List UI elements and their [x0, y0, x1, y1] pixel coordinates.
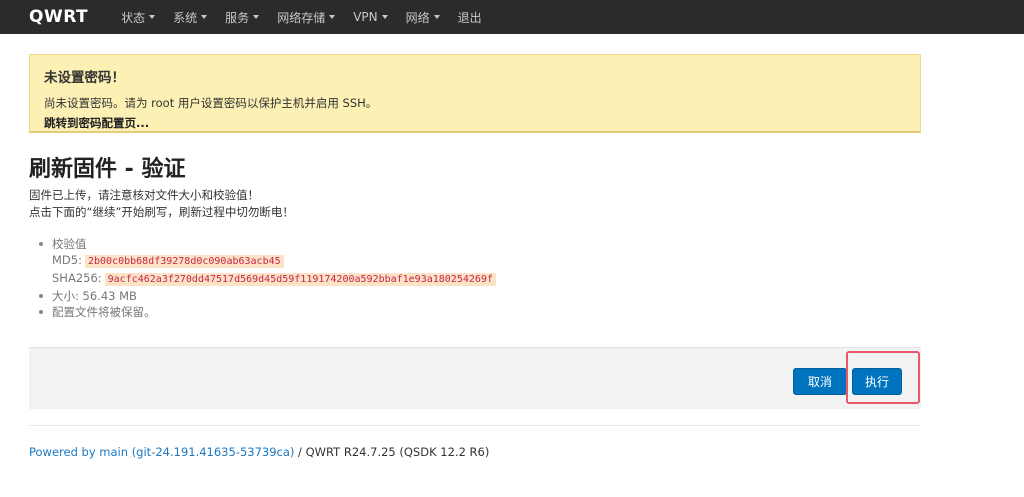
nav-logout-label: 退出 — [457, 10, 482, 25]
nav-menu-network[interactable]: 网络 — [397, 0, 449, 34]
execute-button[interactable]: 执行 — [852, 368, 902, 395]
page-description-line2: 点击下面的“继续”开始刷写，刷新过程中切勿断电！ — [29, 205, 294, 219]
chevron-down-icon — [381, 15, 388, 19]
md5-value: 2b00c0bb68df39278d0c090ab63acb45 — [84, 255, 284, 268]
action-bar: 取消 执行 — [29, 347, 921, 409]
nav-menu-vpn[interactable]: VPN — [344, 0, 396, 34]
nav-menu-services-label: 服务 — [225, 10, 250, 25]
nav-menu-services[interactable]: 服务 — [216, 0, 268, 34]
nav-menu-nas-label: 网络存储 — [277, 10, 326, 25]
md5-label: MD5: — [52, 253, 82, 267]
powered-by-link[interactable]: Powered by main (git-24.191.41635-53739c… — [29, 445, 294, 459]
chevron-down-icon — [329, 15, 336, 19]
nav-menu-status-label: 状态 — [121, 10, 146, 25]
md5-row: MD5: 2b00c0bb68df39278d0c090ab63acb45 — [38, 252, 496, 270]
nav-menu-system[interactable]: 系统 — [164, 0, 216, 34]
alert-title: 未设置密码！ — [44, 70, 125, 86]
sha256-row: SHA256: 9acfc462a3f270dd47517d569d45d59f1… — [38, 270, 496, 288]
firmware-info-list: 校验值 MD5: 2b00c0bb68df39278d0c090ab63acb45… — [38, 236, 496, 320]
page-title: 刷新固件 - 验证 — [29, 157, 186, 182]
page-description-line1: 固件已上传，请注意核对文件大小和校验值！ — [29, 188, 259, 202]
size-text: 大小: 56.43 MB — [52, 289, 137, 303]
version-text: / QWRT R24.7.25 (QSDK 12.2 R6) — [294, 445, 490, 459]
nav-menu-system-label: 系统 — [173, 10, 198, 25]
password-config-link[interactable]: 跳转到密码配置页... — [44, 115, 906, 131]
brand-logo[interactable]: QWRT — [29, 7, 88, 27]
password-warning-alert: 未设置密码！ 尚未设置密码。请为 root 用户设置密码以保护主机并启用 SSH… — [29, 54, 921, 133]
nav-menu-network-label: 网络 — [405, 10, 430, 25]
config-keep-item: 配置文件将被保留。 — [38, 304, 496, 320]
chevron-down-icon — [433, 15, 440, 19]
nav-logout[interactable]: 退出 — [449, 0, 491, 34]
checksum-label: 校验值 — [52, 237, 87, 251]
chevron-down-icon — [149, 15, 156, 19]
chevron-down-icon — [201, 15, 208, 19]
cancel-button[interactable]: 取消 — [793, 368, 847, 395]
config-keep-text: 配置文件将被保留。 — [52, 305, 156, 319]
size-item: 大小: 56.43 MB — [38, 288, 496, 304]
sha256-value: 9acfc462a3f270dd47517d569d45d59f11917420… — [104, 273, 496, 286]
chevron-down-icon — [253, 15, 260, 19]
alert-message: 尚未设置密码。请为 root 用户设置密码以保护主机并启用 SSH。 — [44, 96, 378, 110]
footer: Powered by main (git-24.191.41635-53739c… — [29, 445, 489, 459]
sha256-label: SHA256: — [52, 271, 102, 285]
nav-menu-status[interactable]: 状态 — [112, 0, 164, 34]
nav-menu-nas[interactable]: 网络存储 — [268, 0, 344, 34]
checksum-item: 校验值 — [38, 236, 496, 252]
top-navbar: QWRT 状态 系统 服务 网络存储 VPN 网络 退出 — [0, 0, 1024, 34]
nav-menu-vpn-label: VPN — [353, 10, 378, 24]
footer-divider — [29, 425, 921, 426]
